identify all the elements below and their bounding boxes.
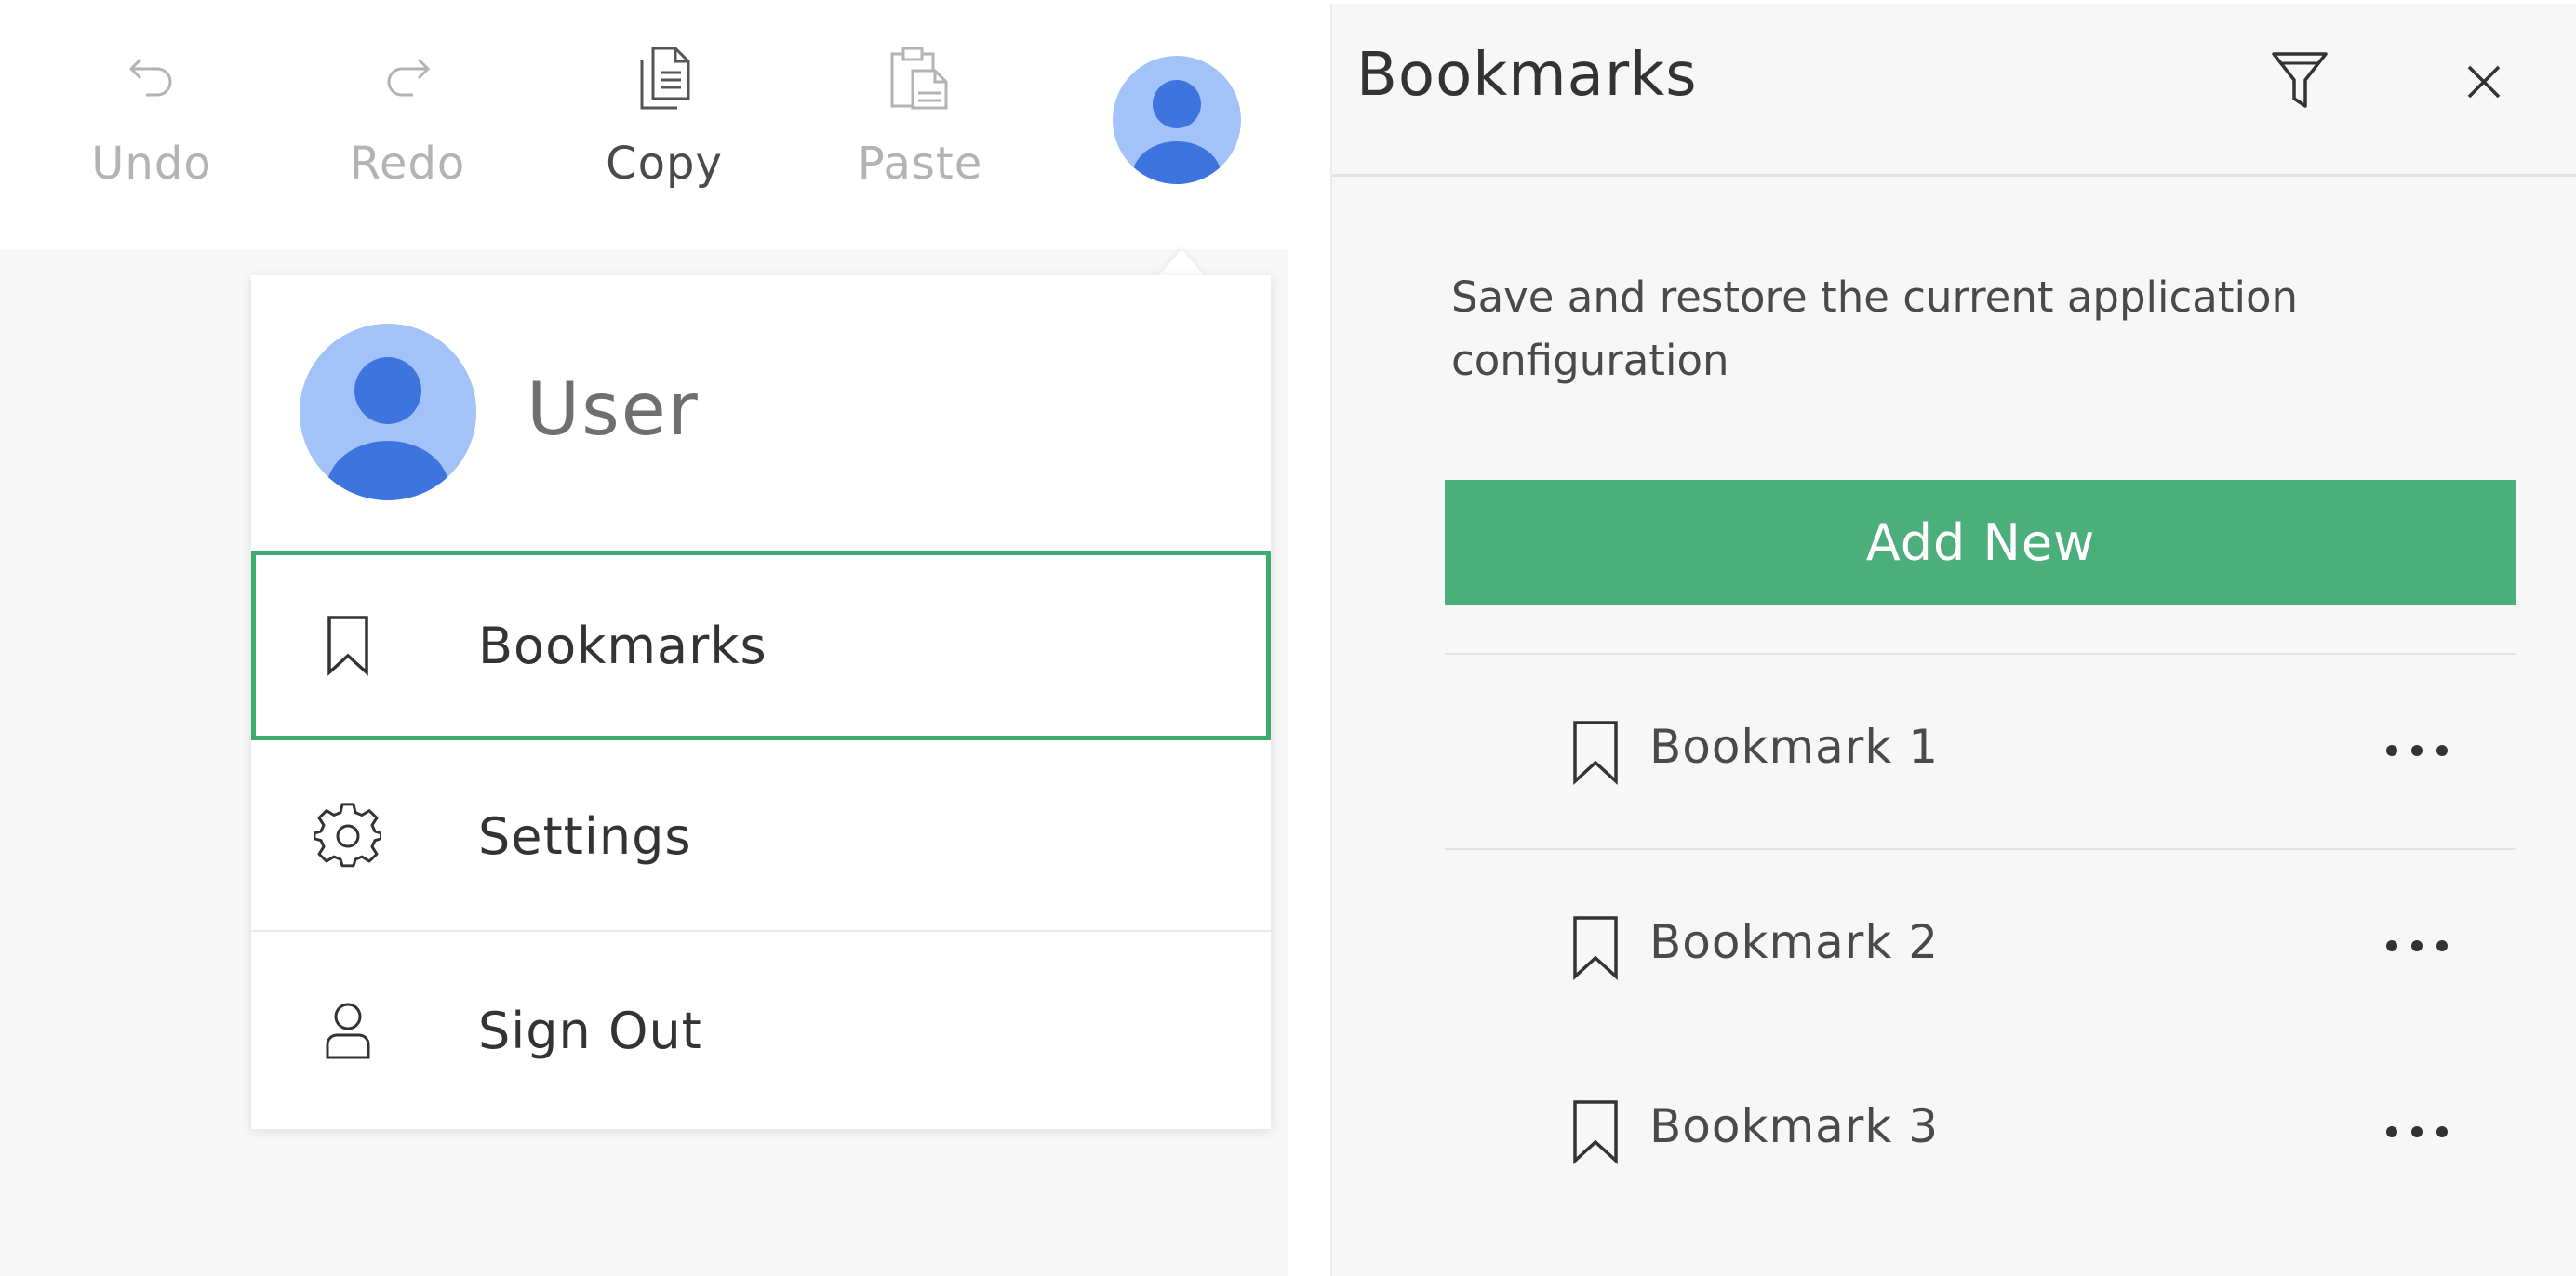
user-menu-dropdown: User Bookmarks Settings Sign Out: [251, 275, 1271, 1129]
dropdown-arrow: [1157, 249, 1206, 277]
bookmark-item[interactable]: Bookmark 1: [1445, 653, 2516, 848]
app-main-area: Undo Redo Copy Paste User Bookmarks Sett…: [0, 0, 1288, 1276]
bookmark-icon: [314, 612, 381, 679]
menu-item-label: Sign Out: [478, 1001, 702, 1060]
more-options-button[interactable]: [2375, 923, 2459, 969]
menu-item-bookmarks[interactable]: Bookmarks: [251, 551, 1271, 740]
ellipsis-icon: [2386, 940, 2448, 951]
undo-label: Undo: [91, 138, 212, 190]
ellipsis-icon: [2386, 745, 2448, 756]
redo-icon: [380, 41, 435, 115]
panel-description: Save and restore the current application…: [1451, 272, 2299, 385]
paste-icon: [888, 41, 952, 115]
paste-button[interactable]: Paste: [808, 41, 1032, 199]
user-avatar: [300, 324, 476, 500]
bookmarks-panel: Bookmarks Save and restore the current a…: [1330, 4, 2576, 1276]
bookmark-icon: [1571, 720, 1623, 787]
more-options-button[interactable]: [2375, 727, 2459, 774]
user-avatar-button[interactable]: [1113, 56, 1241, 184]
bookmark-item[interactable]: Bookmark 2: [1445, 848, 2516, 1043]
copy-icon: [634, 41, 694, 115]
bookmark-label: Bookmark 1: [1649, 720, 1940, 774]
panel-header: Bookmarks: [1332, 4, 2576, 177]
user-name: User: [527, 368, 700, 452]
redo-label: Redo: [349, 138, 466, 190]
undo-icon: [124, 41, 180, 115]
menu-item-settings[interactable]: Settings: [251, 742, 1271, 932]
menu-item-label: Bookmarks: [478, 616, 767, 675]
filter-button[interactable]: [2264, 45, 2335, 115]
close-icon: [2467, 65, 2501, 99]
menu-item-sign-out[interactable]: Sign Out: [251, 936, 1271, 1125]
ellipsis-icon: [2386, 1126, 2448, 1137]
person-icon: [314, 997, 381, 1064]
panel-title: Bookmarks: [1356, 41, 1698, 110]
bookmark-label: Bookmark 3: [1649, 1099, 1940, 1153]
paste-label: Paste: [857, 138, 983, 190]
bookmark-item[interactable]: Bookmark 3: [1445, 1043, 2516, 1229]
copy-button[interactable]: Copy: [553, 41, 776, 199]
bookmark-list: Bookmark 1 Bookmark 2 Bookmark 3: [1445, 653, 2516, 1229]
user-header: User: [251, 275, 1271, 551]
add-new-button[interactable]: Add New: [1445, 480, 2516, 605]
menu-item-label: Settings: [478, 806, 692, 866]
redo-button[interactable]: Redo: [296, 41, 519, 199]
close-button[interactable]: [2454, 52, 2514, 112]
avatar-icon: [300, 324, 476, 500]
toolbar: Undo Redo Copy Paste: [0, 0, 1288, 249]
avatar-icon: [1113, 56, 1241, 184]
undo-button[interactable]: Undo: [40, 41, 263, 199]
more-options-button[interactable]: [2375, 1109, 2459, 1155]
filter-icon: [2272, 52, 2328, 108]
bookmark-icon: [1571, 1099, 1623, 1166]
bookmark-icon: [1571, 915, 1623, 982]
bookmark-label: Bookmark 2: [1649, 915, 1940, 969]
gear-icon: [314, 803, 381, 870]
copy-label: Copy: [606, 138, 723, 190]
